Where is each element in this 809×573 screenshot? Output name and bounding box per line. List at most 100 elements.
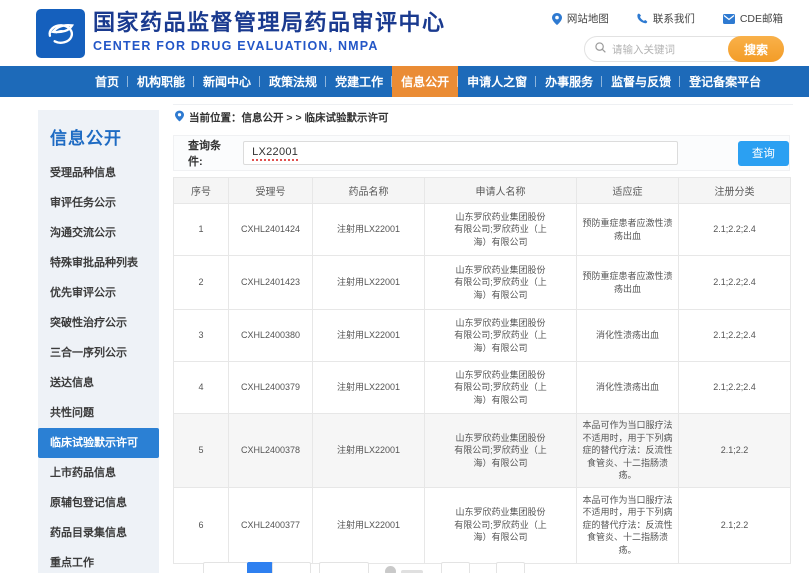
cell-no: 2 bbox=[174, 256, 229, 310]
title-block: 国家药品监督管理局药品审评中心 CENTER FOR DRUG EVALUATI… bbox=[93, 10, 446, 53]
cell-indication: 消化性溃疡出血 bbox=[577, 310, 679, 362]
top-nav-item[interactable]: 首页 bbox=[86, 66, 128, 97]
cell-applicant: 山东罗欣药业集团股份有限公司;罗欣药业（上海）有限公司 bbox=[425, 414, 577, 488]
header-search[interactable]: 请输入关键词 搜索 bbox=[584, 36, 784, 62]
cell-applicant: 山东罗欣药业集团股份有限公司;罗欣药业（上海）有限公司 bbox=[425, 487, 577, 563]
sidebar-title: 信息公开 bbox=[38, 110, 159, 158]
query-input-value: LX22001 bbox=[252, 146, 298, 161]
search-button[interactable]: 搜索 bbox=[728, 36, 784, 62]
results-table: 序号 受理号 药品名称 申请人名称 适应症 注册分类 1 CXHL2401424… bbox=[173, 177, 791, 564]
cell-no: 3 bbox=[174, 310, 229, 362]
top-nav-item[interactable]: 办事服务 bbox=[536, 66, 602, 97]
sidebar-item[interactable]: 共性问题 bbox=[38, 398, 159, 428]
site-header: 国家药品监督管理局药品审评中心 CENTER FOR DRUG EVALUATI… bbox=[0, 0, 809, 66]
cell-drug-name: 注射用LX22001 bbox=[313, 487, 425, 563]
pagination-page-1-button[interactable] bbox=[247, 562, 273, 573]
query-panel: 查询条件: LX22001 查询 bbox=[173, 135, 790, 171]
cell-reg-class: 2.1;2.2 bbox=[679, 487, 791, 563]
sitemap-link[interactable]: 网站地图 bbox=[552, 11, 609, 26]
top-nav: 首页 机构职能 新闻中心 政策法规 党建工作 信息公开 申请人之窗 办事服务 监… bbox=[0, 66, 809, 97]
pagination-info-text bbox=[401, 570, 423, 573]
table-row: 2 CXHL2401423 注射用LX22001 山东罗欣药业集团股份有限公司;… bbox=[174, 256, 791, 310]
cell-applicant: 山东罗欣药业集团股份有限公司;罗欣药业（上海）有限公司 bbox=[425, 310, 577, 362]
cell-no: 1 bbox=[174, 204, 229, 256]
cell-indication: 本品可作为当口服疗法不适用时，用于下列病症的替代疗法：反流性食管炎、十二指肠溃疡… bbox=[577, 414, 679, 488]
sidebar-item[interactable]: 药品目录集信息 bbox=[38, 518, 159, 548]
cell-receipt-no: CXHL2401423 bbox=[229, 256, 313, 310]
table-header-row: 序号 受理号 药品名称 申请人名称 适应症 注册分类 bbox=[174, 178, 791, 204]
cde-logo[interactable] bbox=[36, 9, 85, 58]
cell-drug-name: 注射用LX22001 bbox=[313, 362, 425, 414]
top-nav-item[interactable]: 新闻中心 bbox=[194, 66, 260, 97]
mailbox-link[interactable]: CDE邮箱 bbox=[723, 11, 783, 26]
cde-swirl-icon bbox=[42, 12, 80, 55]
cell-indication: 预防重症患者应激性溃疡出血 bbox=[577, 256, 679, 310]
pagination-jump-input[interactable] bbox=[441, 562, 470, 573]
sitemap-label: 网站地图 bbox=[567, 11, 609, 26]
contact-link[interactable]: 联系我们 bbox=[637, 11, 695, 26]
map-pin-icon bbox=[552, 13, 562, 25]
query-button[interactable]: 查询 bbox=[738, 141, 789, 166]
cell-receipt-no: CXHL2400378 bbox=[229, 414, 313, 488]
sidebar-item[interactable]: 送达信息 bbox=[38, 368, 159, 398]
sidebar: 信息公开 受理品种信息 审评任务公示 沟通交流公示 特殊审批品种列表 优先审评公… bbox=[38, 110, 159, 573]
cell-drug-name: 注射用LX22001 bbox=[313, 414, 425, 488]
sidebar-item[interactable]: 重点工作 bbox=[38, 548, 159, 573]
cell-reg-class: 2.1;2.2;2.4 bbox=[679, 362, 791, 414]
refresh-icon[interactable] bbox=[385, 566, 396, 573]
cde-website-page: 国家药品监督管理局药品审评中心 CENTER FOR DRUG EVALUATI… bbox=[0, 0, 809, 573]
top-nav-item[interactable]: 登记备案平台 bbox=[680, 66, 770, 97]
pagination-button[interactable] bbox=[319, 562, 369, 573]
cell-applicant: 山东罗欣药业集团股份有限公司;罗欣药业（上海）有限公司 bbox=[425, 204, 577, 256]
col-header-regclass: 注册分类 bbox=[679, 178, 791, 204]
cell-no: 4 bbox=[174, 362, 229, 414]
sidebar-item[interactable]: 上市药品信息 bbox=[38, 458, 159, 488]
table-row: 6 CXHL2400377 注射用LX22001 山东罗欣药业集团股份有限公司;… bbox=[174, 487, 791, 563]
pagination-prev-button[interactable] bbox=[203, 562, 248, 573]
top-nav-item[interactable]: 政策法规 bbox=[260, 66, 326, 97]
cell-applicant: 山东罗欣药业集团股份有限公司;罗欣药业（上海）有限公司 bbox=[425, 256, 577, 310]
cell-receipt-no: CXHL2400377 bbox=[229, 487, 313, 563]
utility-links: 网站地图 联系我们 CDE邮箱 bbox=[552, 11, 783, 26]
top-nav-item[interactable]: 党建工作 bbox=[326, 66, 392, 97]
sidebar-item[interactable]: 优先审评公示 bbox=[38, 278, 159, 308]
top-nav-item[interactable]: 信息公开 bbox=[392, 66, 458, 97]
pagination-confirm-button[interactable] bbox=[496, 562, 525, 573]
cell-receipt-no: CXHL2400380 bbox=[229, 310, 313, 362]
query-input[interactable]: LX22001 bbox=[243, 141, 678, 165]
sidebar-item[interactable]: 审评任务公示 bbox=[38, 188, 159, 218]
sidebar-item[interactable]: 三合一序列公示 bbox=[38, 338, 159, 368]
cell-no: 6 bbox=[174, 487, 229, 563]
sidebar-item[interactable]: 原辅包登记信息 bbox=[38, 488, 159, 518]
table-row: 4 CXHL2400379 注射用LX22001 山东罗欣药业集团股份有限公司;… bbox=[174, 362, 791, 414]
col-header-receipt: 受理号 bbox=[229, 178, 313, 204]
cell-reg-class: 2.1;2.2 bbox=[679, 414, 791, 488]
site-subtitle: CENTER FOR DRUG EVALUATION, NMPA bbox=[93, 39, 446, 53]
pagination bbox=[203, 562, 525, 573]
cell-indication: 消化性溃疡出血 bbox=[577, 362, 679, 414]
col-header-indication: 适应症 bbox=[577, 178, 679, 204]
top-nav-item[interactable]: 申请人之窗 bbox=[458, 66, 536, 97]
top-nav-item[interactable]: 监督与反馈 bbox=[602, 66, 680, 97]
sidebar-item[interactable]: 突破性治疗公示 bbox=[38, 308, 159, 338]
cell-drug-name: 注射用LX22001 bbox=[313, 256, 425, 310]
pagination-next-button[interactable] bbox=[272, 562, 311, 573]
location-pin-icon bbox=[175, 110, 184, 125]
phone-icon bbox=[637, 13, 648, 24]
search-placeholder: 请输入关键词 bbox=[612, 42, 728, 57]
mail-icon bbox=[723, 14, 735, 24]
sidebar-item[interactable]: 受理品种信息 bbox=[38, 158, 159, 188]
contact-label: 联系我们 bbox=[653, 11, 695, 26]
top-nav-item[interactable]: 机构职能 bbox=[128, 66, 194, 97]
sidebar-item[interactable]: 特殊审批品种列表 bbox=[38, 248, 159, 278]
breadcrumb: 当前位置：信息公开 > > 临床试验默示许可 bbox=[175, 110, 389, 125]
col-header-no: 序号 bbox=[174, 178, 229, 204]
sidebar-item[interactable]: 临床试验默示许可 bbox=[38, 428, 159, 458]
col-header-applicant: 申请人名称 bbox=[425, 178, 577, 204]
cell-reg-class: 2.1;2.2;2.4 bbox=[679, 204, 791, 256]
table-row: 5 CXHL2400378 注射用LX22001 山东罗欣药业集团股份有限公司;… bbox=[174, 414, 791, 488]
cell-receipt-no: CXHL2400379 bbox=[229, 362, 313, 414]
sidebar-item[interactable]: 沟通交流公示 bbox=[38, 218, 159, 248]
cell-reg-class: 2.1;2.2;2.4 bbox=[679, 256, 791, 310]
cell-indication: 预防重症患者应激性溃疡出血 bbox=[577, 204, 679, 256]
